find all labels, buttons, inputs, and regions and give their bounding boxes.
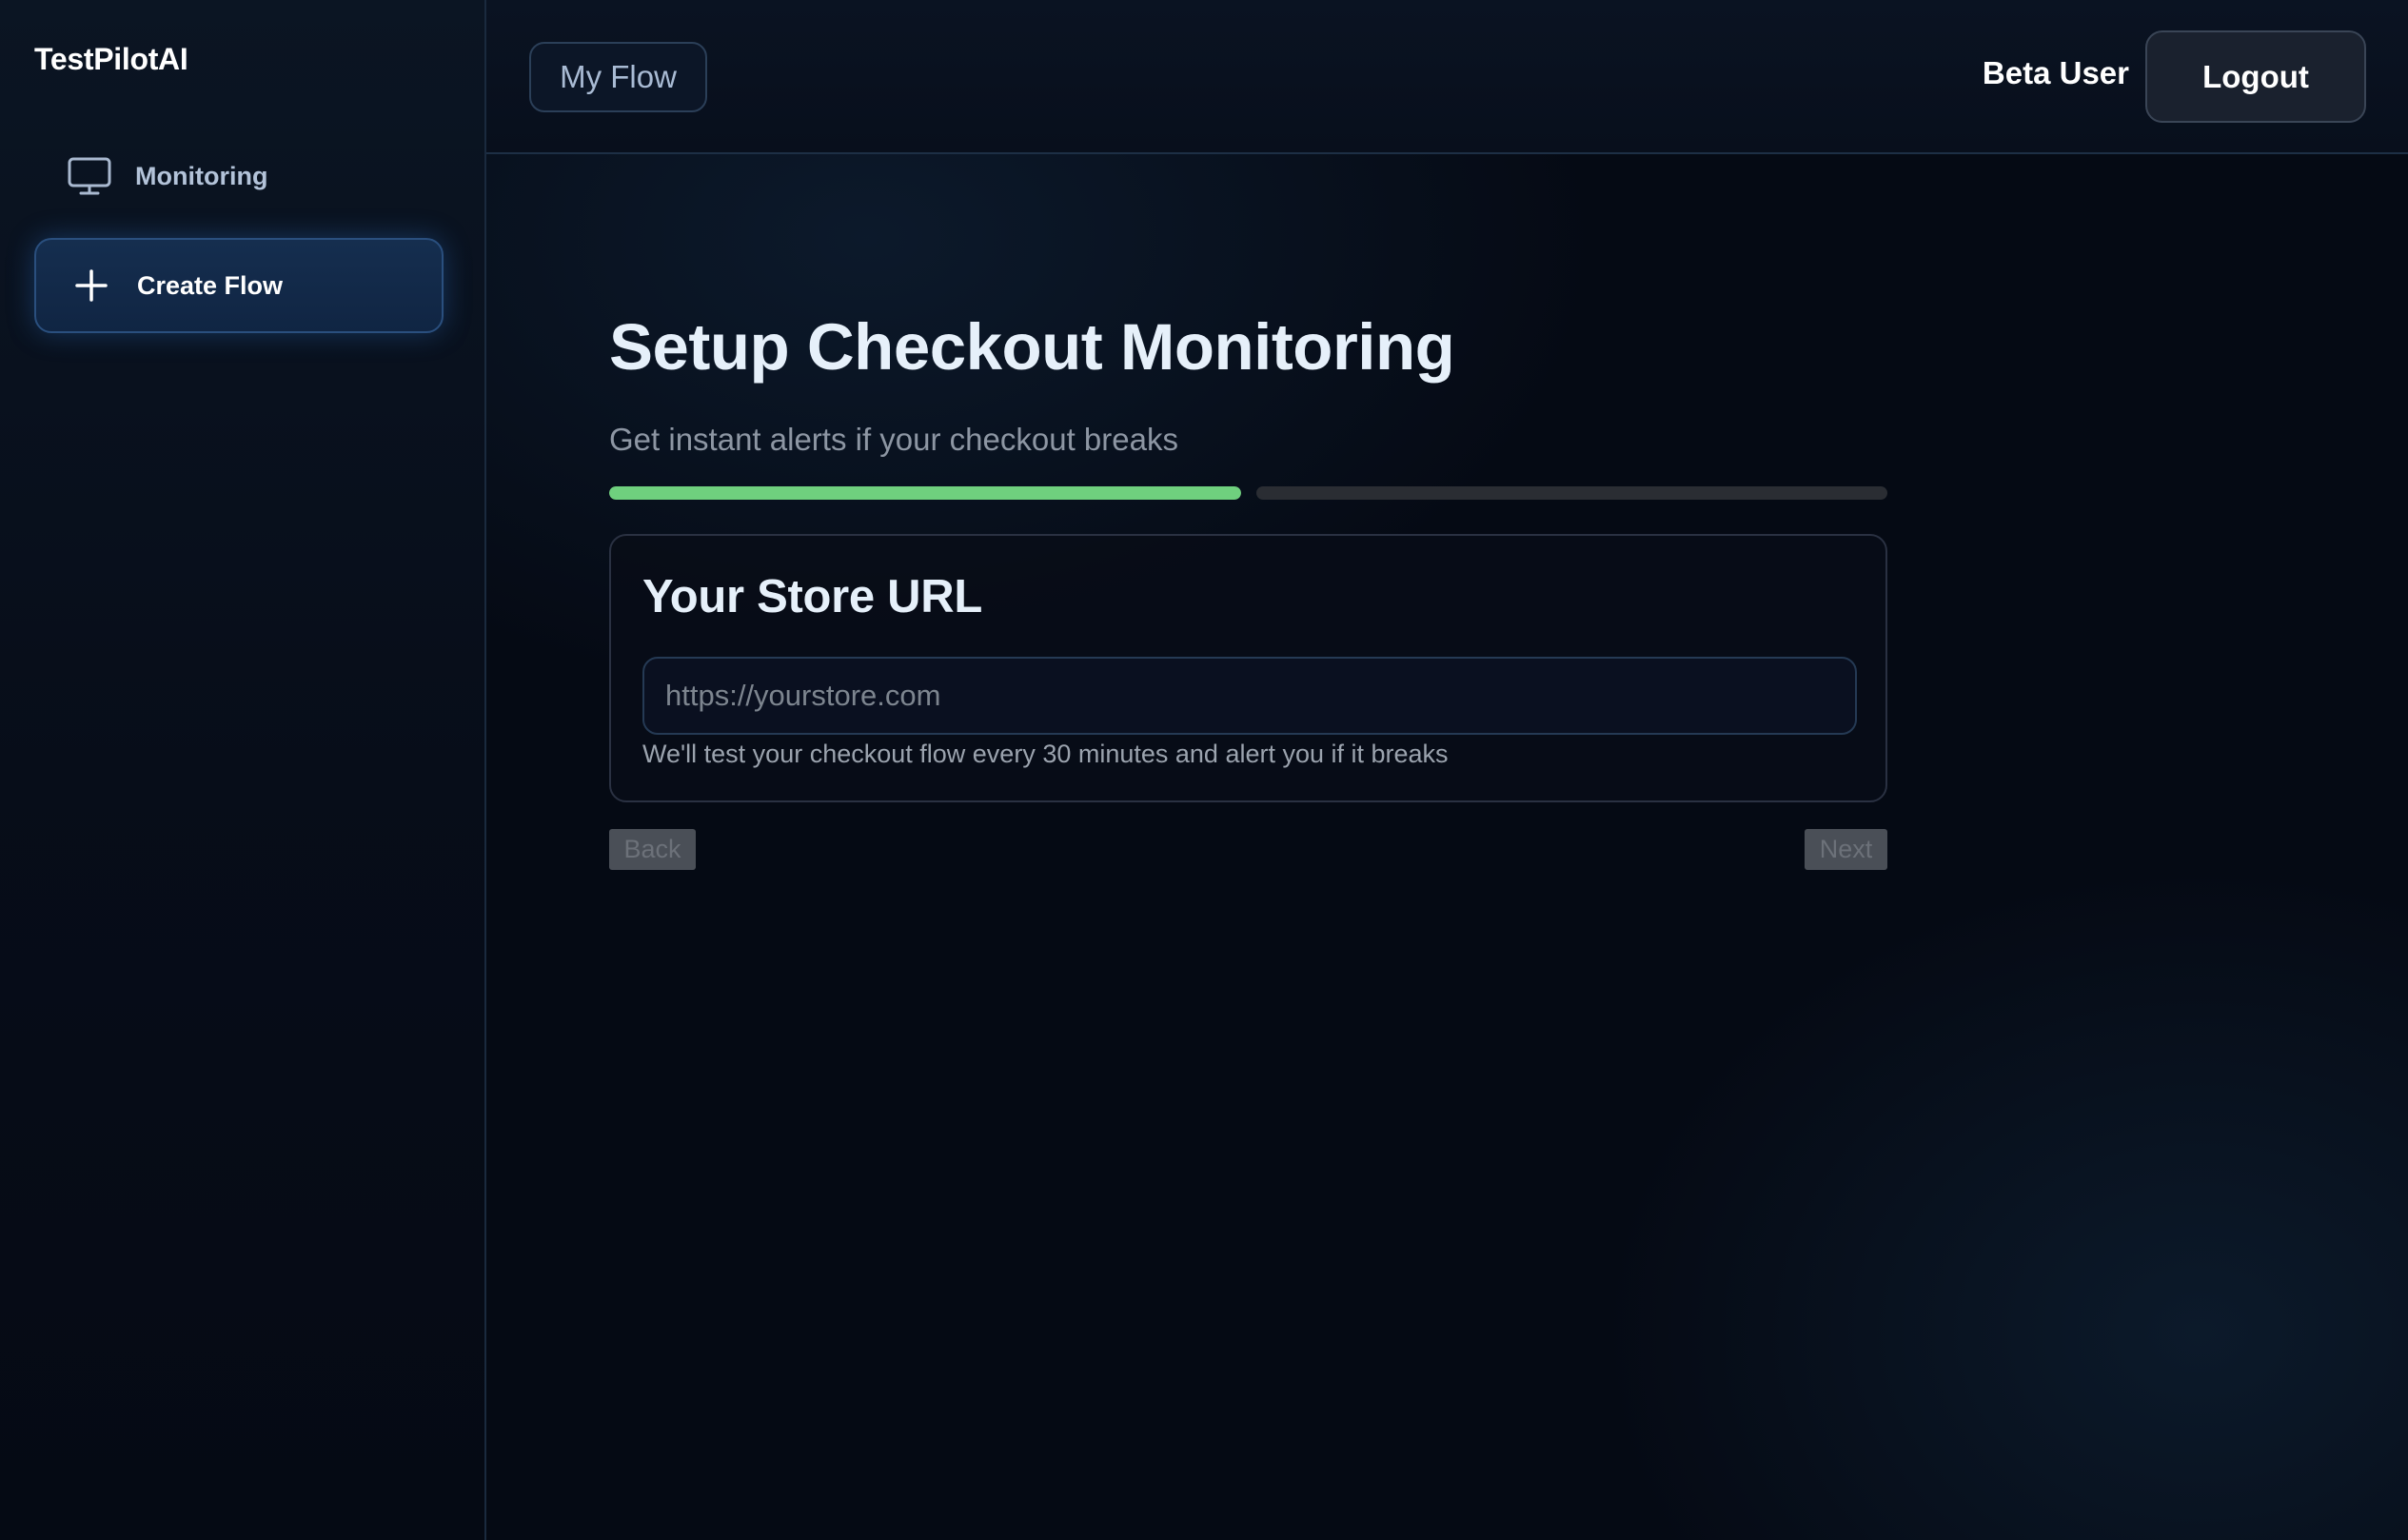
sidebar-item-create-flow[interactable]: Create Flow: [34, 238, 444, 333]
card-title: Your Store URL: [642, 571, 982, 622]
logout-button[interactable]: Logout: [2145, 30, 2366, 123]
flow-chip[interactable]: My Flow: [529, 42, 707, 112]
app-logo: TestPilotAI: [34, 42, 188, 76]
next-button[interactable]: Next: [1805, 829, 1887, 870]
store-url-input[interactable]: [642, 657, 1857, 735]
progress-step-1-fill: [609, 486, 1241, 500]
card-hint: We'll test your checkout flow every 30 m…: [642, 740, 1449, 768]
user-name: Beta User: [1982, 55, 2129, 90]
sidebar-item-label: Create Flow: [137, 270, 284, 300]
sidebar: TestPilotAI Monitoring Create Flow: [0, 0, 486, 1540]
sidebar-item-monitoring[interactable]: Monitoring: [34, 128, 444, 224]
page-title: Setup Checkout Monitoring: [609, 310, 1455, 384]
app-root: TestPilotAI Monitoring Create Flow My Fl…: [0, 0, 2408, 1540]
step-progress: [609, 486, 1887, 500]
sidebar-item-label: Monitoring: [135, 161, 268, 190]
store-url-card: Your Store URL We'll test your checkout …: [609, 534, 1887, 802]
main-area: My Flow Beta User Logout Setup Checkout …: [486, 0, 2408, 1540]
monitor-icon: [67, 153, 112, 199]
progress-step-2: [1255, 486, 1887, 500]
plus-icon: [69, 263, 114, 308]
top-bar: My Flow Beta User Logout: [486, 0, 2408, 154]
wizard-actions: Back Next: [609, 829, 1887, 870]
setup-content: Setup Checkout Monitoring Get instant al…: [609, 314, 1887, 870]
page-subtitle: Get instant alerts if your checkout brea…: [609, 422, 1178, 457]
back-button[interactable]: Back: [609, 829, 696, 870]
progress-step-1: [609, 486, 1241, 500]
